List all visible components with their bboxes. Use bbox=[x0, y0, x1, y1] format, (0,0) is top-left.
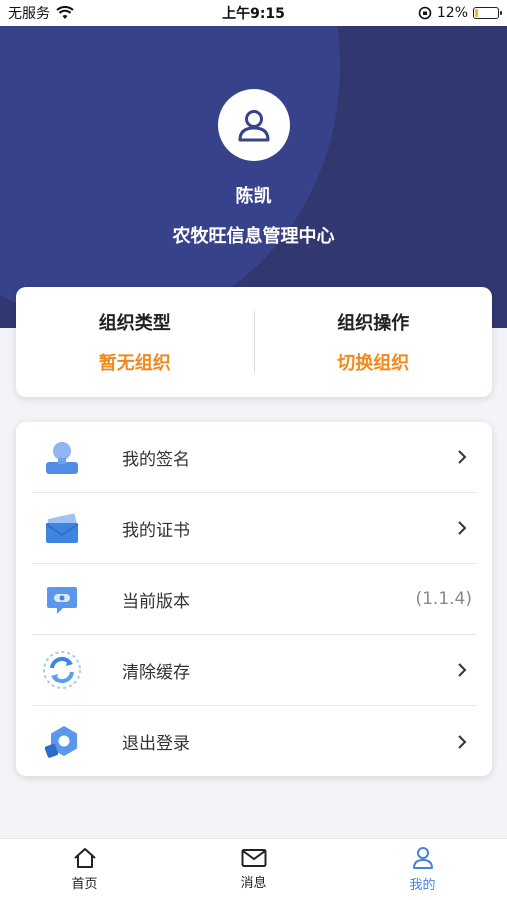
chevron-right-icon bbox=[458, 734, 467, 749]
user-avatar-icon bbox=[238, 110, 270, 142]
orientation-lock-icon bbox=[418, 6, 432, 20]
carrier-label: 无服务 bbox=[8, 6, 50, 22]
bottom-tab-bar: 首页 消息 我的 bbox=[0, 838, 507, 900]
org-action-title: 组织操作 bbox=[337, 313, 410, 334]
chevron-right-icon bbox=[458, 663, 467, 677]
tab-label-profile: 我的 bbox=[409, 878, 436, 893]
org-action-section[interactable]: 组织操作 切换组织 bbox=[255, 309, 493, 375]
menu-label-logout: 退出登录 bbox=[122, 734, 190, 754]
menu-item-logout[interactable]: 退出登录 bbox=[32, 706, 476, 777]
status-time: 上午9:15 bbox=[222, 6, 285, 22]
org-type-value: 暂无组织 bbox=[98, 353, 171, 374]
menu-item-clear-cache[interactable]: 清除缓存 bbox=[32, 635, 476, 706]
tab-label-home: 首页 bbox=[71, 877, 98, 892]
user-name: 陈凯 bbox=[235, 186, 272, 207]
tab-messages[interactable]: 消息 bbox=[169, 839, 338, 900]
tab-label-messages: 消息 bbox=[240, 876, 267, 891]
switch-org-button[interactable]: 切换组织 bbox=[255, 349, 493, 375]
menu-label-version: 当前版本 bbox=[122, 591, 190, 612]
version-screen-icon bbox=[42, 579, 82, 619]
status-bar: 无服务 上午9:15 12% bbox=[0, 0, 507, 26]
user-icon bbox=[412, 847, 433, 869]
org-type-section: 组织类型 暂无组织 bbox=[16, 309, 254, 375]
mail-icon bbox=[241, 849, 266, 867]
chevron-right-icon bbox=[458, 450, 467, 464]
tab-home[interactable]: 首页 bbox=[0, 839, 169, 900]
battery-percent: 12% bbox=[436, 5, 468, 21]
menu-label-certificate: 我的证书 bbox=[122, 520, 190, 541]
org-type-title: 组织类型 bbox=[98, 313, 171, 334]
menu-label-signature: 我的签名 bbox=[122, 449, 190, 470]
battery-icon bbox=[473, 7, 502, 19]
menu-item-signature[interactable]: 我的签名 bbox=[32, 422, 476, 493]
menu-label-clear-cache: 清除缓存 bbox=[122, 662, 190, 683]
signature-person-icon bbox=[42, 437, 82, 477]
organization-card: 组织类型 暂无组织 组织操作 切换组织 bbox=[16, 287, 492, 397]
battery-fill bbox=[475, 9, 478, 17]
user-organization: 农牧旺信息管理中心 bbox=[172, 226, 335, 247]
logout-hexagon-icon bbox=[42, 722, 82, 762]
home-icon bbox=[73, 848, 96, 868]
wifi-icon bbox=[56, 6, 74, 19]
chevron-right-icon bbox=[458, 521, 467, 535]
profile-header: 陈凯 农牧旺信息管理中心 bbox=[0, 26, 507, 328]
tab-profile[interactable]: 我的 bbox=[338, 839, 507, 900]
menu-item-certificate[interactable]: 我的证书 bbox=[32, 493, 476, 564]
header-decoration bbox=[0, 26, 340, 326]
refresh-cache-icon bbox=[42, 650, 82, 690]
menu-list: 我的签名 我的证书 当前版本 (1.1.4) 清除缓存 退出登录 bbox=[16, 422, 492, 776]
version-number: (1.1.4) bbox=[415, 589, 472, 609]
avatar[interactable] bbox=[218, 89, 290, 161]
certificate-envelope-icon bbox=[42, 508, 82, 548]
menu-item-version[interactable]: 当前版本 (1.1.4) bbox=[32, 564, 476, 635]
